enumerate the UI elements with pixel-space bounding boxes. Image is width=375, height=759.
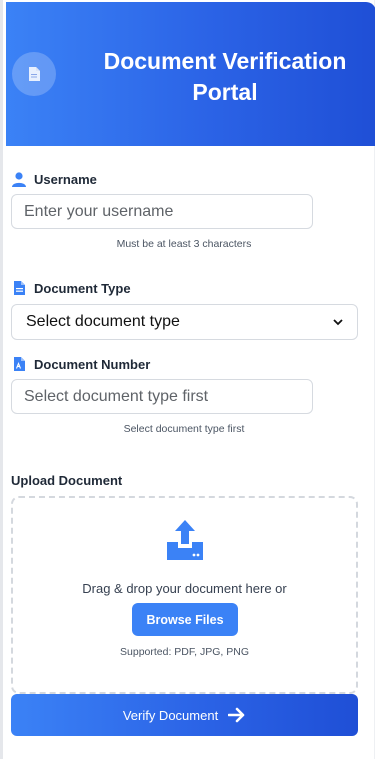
document-number-input[interactable] — [11, 379, 313, 414]
portal-frame: Document Verification Portal Username Mu… — [0, 0, 375, 759]
verify-document-button[interactable]: Verify Document — [11, 694, 358, 736]
document-type-label-row: Document Type — [11, 280, 131, 296]
upload-icon — [165, 518, 205, 565]
document-number-label: Document Number — [34, 356, 151, 372]
supported-formats: Supported: PDF, JPG, PNG — [120, 646, 249, 658]
username-label: Username — [34, 171, 97, 187]
document-icon — [11, 280, 27, 296]
document-icon — [12, 52, 56, 96]
username-hint: Must be at least 3 characters — [116, 238, 252, 250]
document-type-select[interactable]: Select document type — [11, 304, 358, 340]
arrow-right-icon — [228, 707, 246, 723]
portal-header: Document Verification Portal — [6, 2, 375, 146]
upload-dropzone[interactable]: Drag & drop your document here or Browse… — [11, 496, 358, 694]
document-number-hint: Select document type first — [123, 423, 245, 435]
page-title: Document Verification Portal — [103, 48, 347, 105]
chevron-down-icon — [333, 313, 343, 331]
username-input[interactable] — [11, 194, 313, 229]
document-number-label-row: Document Number — [11, 356, 150, 372]
document-type-label: Document Type — [34, 280, 131, 296]
user-icon — [11, 171, 27, 187]
verify-document-label: Verify Document — [122, 707, 219, 723]
upload-title: Upload Document — [11, 473, 123, 488]
pdf-document-icon — [11, 356, 27, 372]
browse-files-button[interactable]: Browse Files — [132, 603, 238, 636]
document-type-selected: Select document type — [26, 313, 180, 330]
dropzone-instructions: Drag & drop your document here or — [82, 581, 287, 596]
username-label-row: Username — [11, 171, 97, 187]
